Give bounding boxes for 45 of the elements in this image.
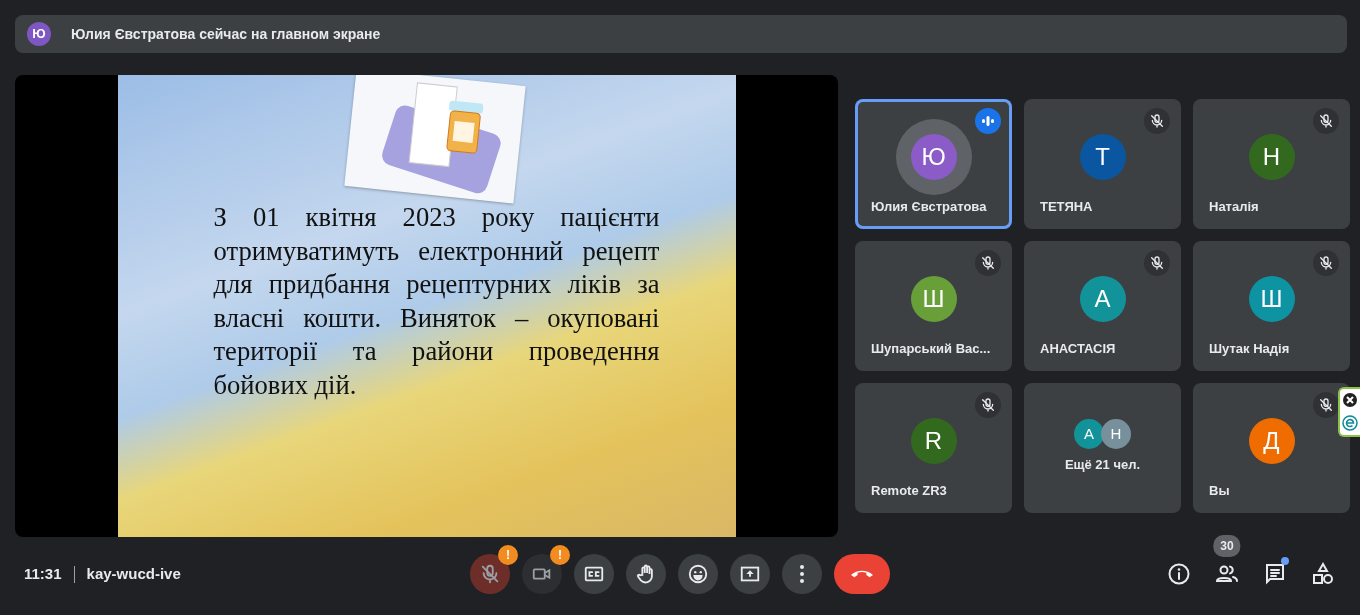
warning-badge: ! — [550, 545, 570, 565]
participant-name: Вы — [1209, 481, 1230, 500]
present-button[interactable] — [730, 554, 770, 594]
participant-name: АНАСТАСІЯ — [1040, 339, 1116, 358]
avatar: Т — [1079, 134, 1126, 180]
circle-logo-icon — [1342, 415, 1358, 431]
warning-badge: ! — [498, 545, 518, 565]
info-icon — [1167, 562, 1191, 586]
avatar: А — [1079, 276, 1126, 322]
reactions-button[interactable] — [678, 554, 718, 594]
participant-name: ТЕТЯНА — [1040, 197, 1093, 216]
more-participants-label: Ещё 21 чел. — [1064, 456, 1141, 474]
more-options-button[interactable] — [782, 554, 822, 594]
meeting-code: kay-wucd-ive — [86, 563, 181, 584]
meeting-time: 11:31 — [24, 563, 62, 584]
speaking-indicator — [975, 108, 1001, 134]
camera-button[interactable] — [522, 554, 562, 594]
avatar: Н — [1101, 419, 1131, 449]
avatar: R — [910, 418, 957, 464]
participant-name: Юлия Євстратова — [871, 197, 987, 216]
shapes-icon — [1311, 562, 1335, 586]
mic-off-icon — [479, 563, 501, 585]
participant-name: Remote ZR3 — [871, 481, 947, 500]
participant-name: Наталія — [1209, 197, 1259, 216]
microphone-button[interactable] — [470, 554, 510, 594]
participant-count: 30 — [1213, 535, 1241, 557]
participant-name: Шутак Надія — [1209, 339, 1290, 358]
participant-name: Шупарський Вас... — [871, 339, 991, 358]
avatar: Ю — [910, 134, 957, 180]
smiley-icon — [687, 563, 709, 585]
slide-paragraph: З 01 квітня 2023 року пацієнти отримуватимуть електронний рецепт для придбання рецептурних ліків за власні кошти. Виняток – окуповані території та райони проведення бойових дій. — [213, 201, 660, 402]
phone-hangup-icon — [851, 570, 873, 578]
close-icon[interactable] — [1343, 393, 1357, 407]
more-icon — [800, 565, 804, 583]
avatar: А — [1074, 419, 1104, 449]
avatar: Н — [1248, 134, 1295, 180]
avatar: Ш — [1248, 276, 1295, 322]
captions-button[interactable] — [574, 554, 614, 594]
banner-text: Юлия Євстратова сейчас на главном экране — [71, 24, 381, 44]
avatar: Д — [1248, 418, 1295, 464]
raise-hand-button[interactable] — [626, 554, 666, 594]
chat-icon — [1263, 562, 1287, 586]
avatar: Ш — [910, 276, 957, 322]
avatar: Ю — [27, 22, 51, 46]
leave-call-button[interactable] — [834, 554, 890, 594]
